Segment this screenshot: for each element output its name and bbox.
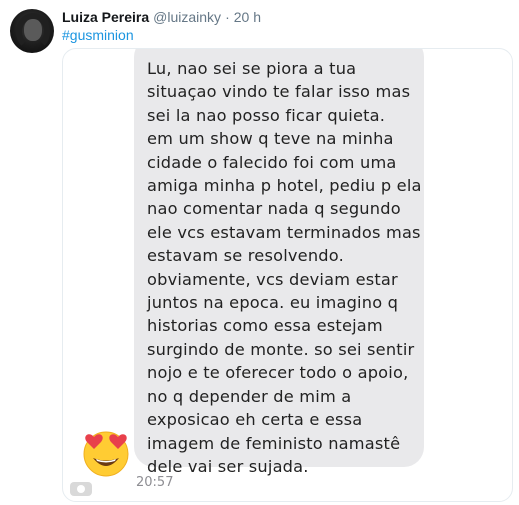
heart-eyes-emoji-icon	[83, 431, 129, 477]
hashtag-link[interactable]: #gusminion	[62, 27, 134, 43]
author-handle[interactable]: @luizainky	[153, 9, 221, 25]
message-bubble: Lu, nao sei se piora a tua situaçao vind…	[134, 49, 424, 476]
tweet-media-image[interactable]: Lu, nao sei se piora a tua situaçao vind…	[62, 48, 513, 502]
tweet-header: Luiza Pereira @luizainky · 20 h	[62, 9, 261, 27]
author-name[interactable]: Luiza Pereira	[62, 9, 149, 25]
avatar[interactable]	[10, 9, 54, 53]
message-timestamp: 20:57	[136, 475, 174, 490]
tweet-timestamp[interactable]: 20 h	[234, 9, 261, 25]
avatar-face	[24, 19, 42, 41]
message-text: Lu, nao sei se piora a tua situaçao vind…	[147, 59, 422, 476]
header-separator: ·	[225, 9, 230, 25]
camera-icon[interactable]	[70, 482, 92, 496]
